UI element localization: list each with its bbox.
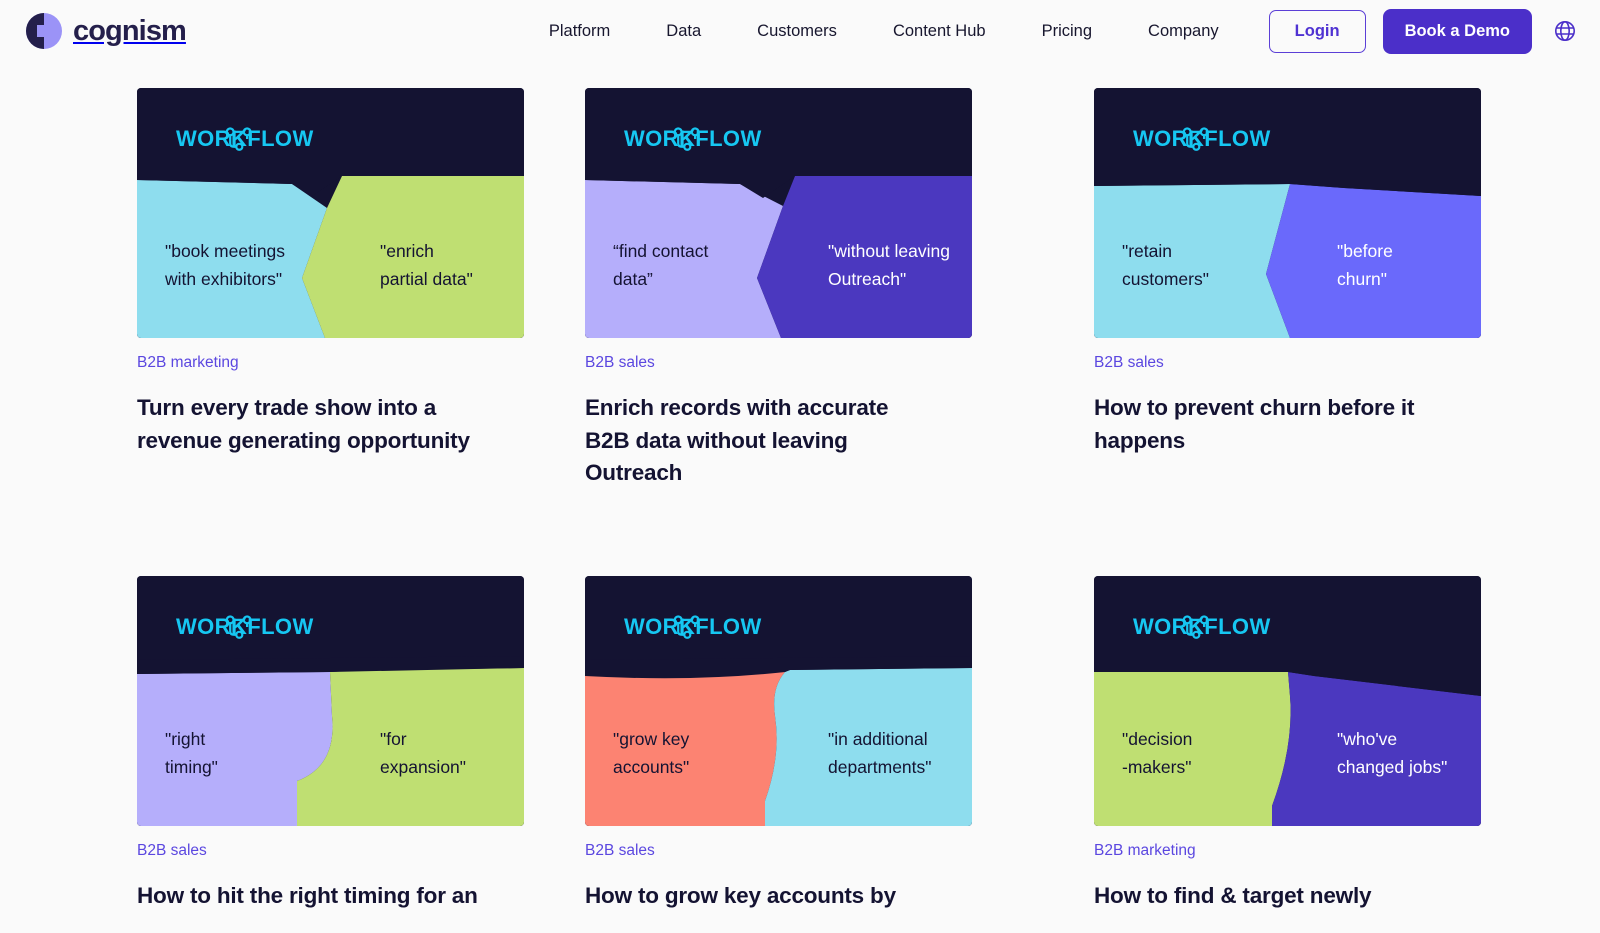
cognism-circle-logo (26, 13, 62, 49)
card-category[interactable]: B2B marketing (1094, 842, 1481, 860)
card-category[interactable]: B2B sales (585, 354, 972, 372)
nav-item-data[interactable]: Data (638, 14, 729, 49)
card-title[interactable]: How to find & target newly (1094, 880, 1481, 913)
workflow-card[interactable]: WORKFLOW "book meetings with exhibitors"… (137, 88, 524, 490)
card-visual: WORKFLOW "book meetings with exhibitors"… (137, 88, 524, 338)
site-header: cognism Platform Data Customers Content … (0, 0, 1600, 62)
nav-item-customers[interactable]: Customers (729, 14, 865, 49)
workflow-card[interactable]: WORKFLOW “find contact data” "without le… (585, 88, 972, 490)
globe-icon[interactable] (1552, 18, 1578, 44)
card-visual: WORKFLOW "right timing" "for expansion" (137, 575, 524, 826)
workflow-tag: WORKFLOW (613, 614, 762, 640)
card-title[interactable]: Turn every trade show into a revenue gen… (137, 392, 524, 457)
card-quote-left: "decision -makers" (1122, 728, 1193, 777)
workflow-card[interactable]: WORKFLOW "grow key accounts" "in additio… (585, 575, 972, 913)
workflow-tag: WORKFLOW (165, 126, 314, 152)
nav-item-company[interactable]: Company (1120, 14, 1247, 49)
card-quote-right: "for expansion" (380, 728, 466, 777)
grid-row-spacer (137, 490, 1481, 576)
card-visual: WORKFLOW "decision -makers" "who've chan… (1094, 575, 1481, 826)
card-title[interactable]: How to grow key accounts by (585, 880, 972, 913)
workflow-card[interactable]: WORKFLOW "decision -makers" "who've chan… (1094, 575, 1481, 913)
card-visual: WORKFLOW "retain customers" "before chur… (1094, 88, 1481, 338)
brand-name: cognism (73, 14, 187, 47)
nav-item-content-hub[interactable]: Content Hub (865, 14, 1014, 49)
card-quote-left: "book meetings with exhibitors" (165, 241, 286, 289)
workflow-card-grid: WORKFLOW "book meetings with exhibitors"… (0, 62, 1600, 913)
card-quote-left: "grow key accounts" (613, 728, 690, 777)
workflow-tag: WORKFLOW (613, 126, 762, 152)
nav-item-pricing[interactable]: Pricing (1014, 14, 1120, 49)
card-title[interactable]: How to hit the right timing for an (137, 880, 524, 913)
card-category[interactable]: B2B marketing (137, 354, 524, 372)
login-button[interactable]: Login (1268, 9, 1366, 53)
main-navigation: Platform Data Customers Content Hub Pric… (521, 8, 1578, 54)
card-quote-right: "without leaving Outreach" (828, 241, 950, 289)
card-quote-right: "before churn" (1337, 241, 1393, 289)
workflow-tag: WORKFLOW (1122, 126, 1271, 152)
card-quote-left: “find contact data” (613, 241, 709, 289)
card-title[interactable]: Enrich records with accurate B2B data wi… (585, 392, 972, 490)
card-category[interactable]: B2B sales (137, 842, 524, 860)
workflow-tag: WORKFLOW (1122, 614, 1271, 640)
book-a-demo-button[interactable]: Book a Demo (1382, 8, 1532, 54)
workflow-card[interactable]: WORKFLOW "right timing" "for expansion" … (137, 575, 524, 913)
card-category[interactable]: B2B sales (585, 842, 972, 860)
card-quote-right: "who've changed jobs" (1337, 728, 1448, 777)
card-title[interactable]: How to prevent churn before it happens (1094, 392, 1481, 457)
nav-item-platform[interactable]: Platform (521, 14, 638, 49)
brand-logo-link[interactable]: cognism (26, 13, 187, 49)
card-quote-left: "retain customers" (1122, 241, 1209, 289)
card-visual: WORKFLOW “find contact data” "without le… (585, 88, 972, 338)
workflow-tag: WORKFLOW (165, 614, 314, 640)
workflow-card[interactable]: WORKFLOW "retain customers" "before chur… (1094, 88, 1481, 490)
card-quote-right: "in additional departments" (828, 728, 932, 777)
card-quote-left: "right timing" (165, 728, 218, 777)
card-visual: WORKFLOW "grow key accounts" "in additio… (585, 575, 972, 826)
card-category[interactable]: B2B sales (1094, 354, 1481, 372)
card-quote-right: "enrich partial data" (380, 241, 473, 289)
